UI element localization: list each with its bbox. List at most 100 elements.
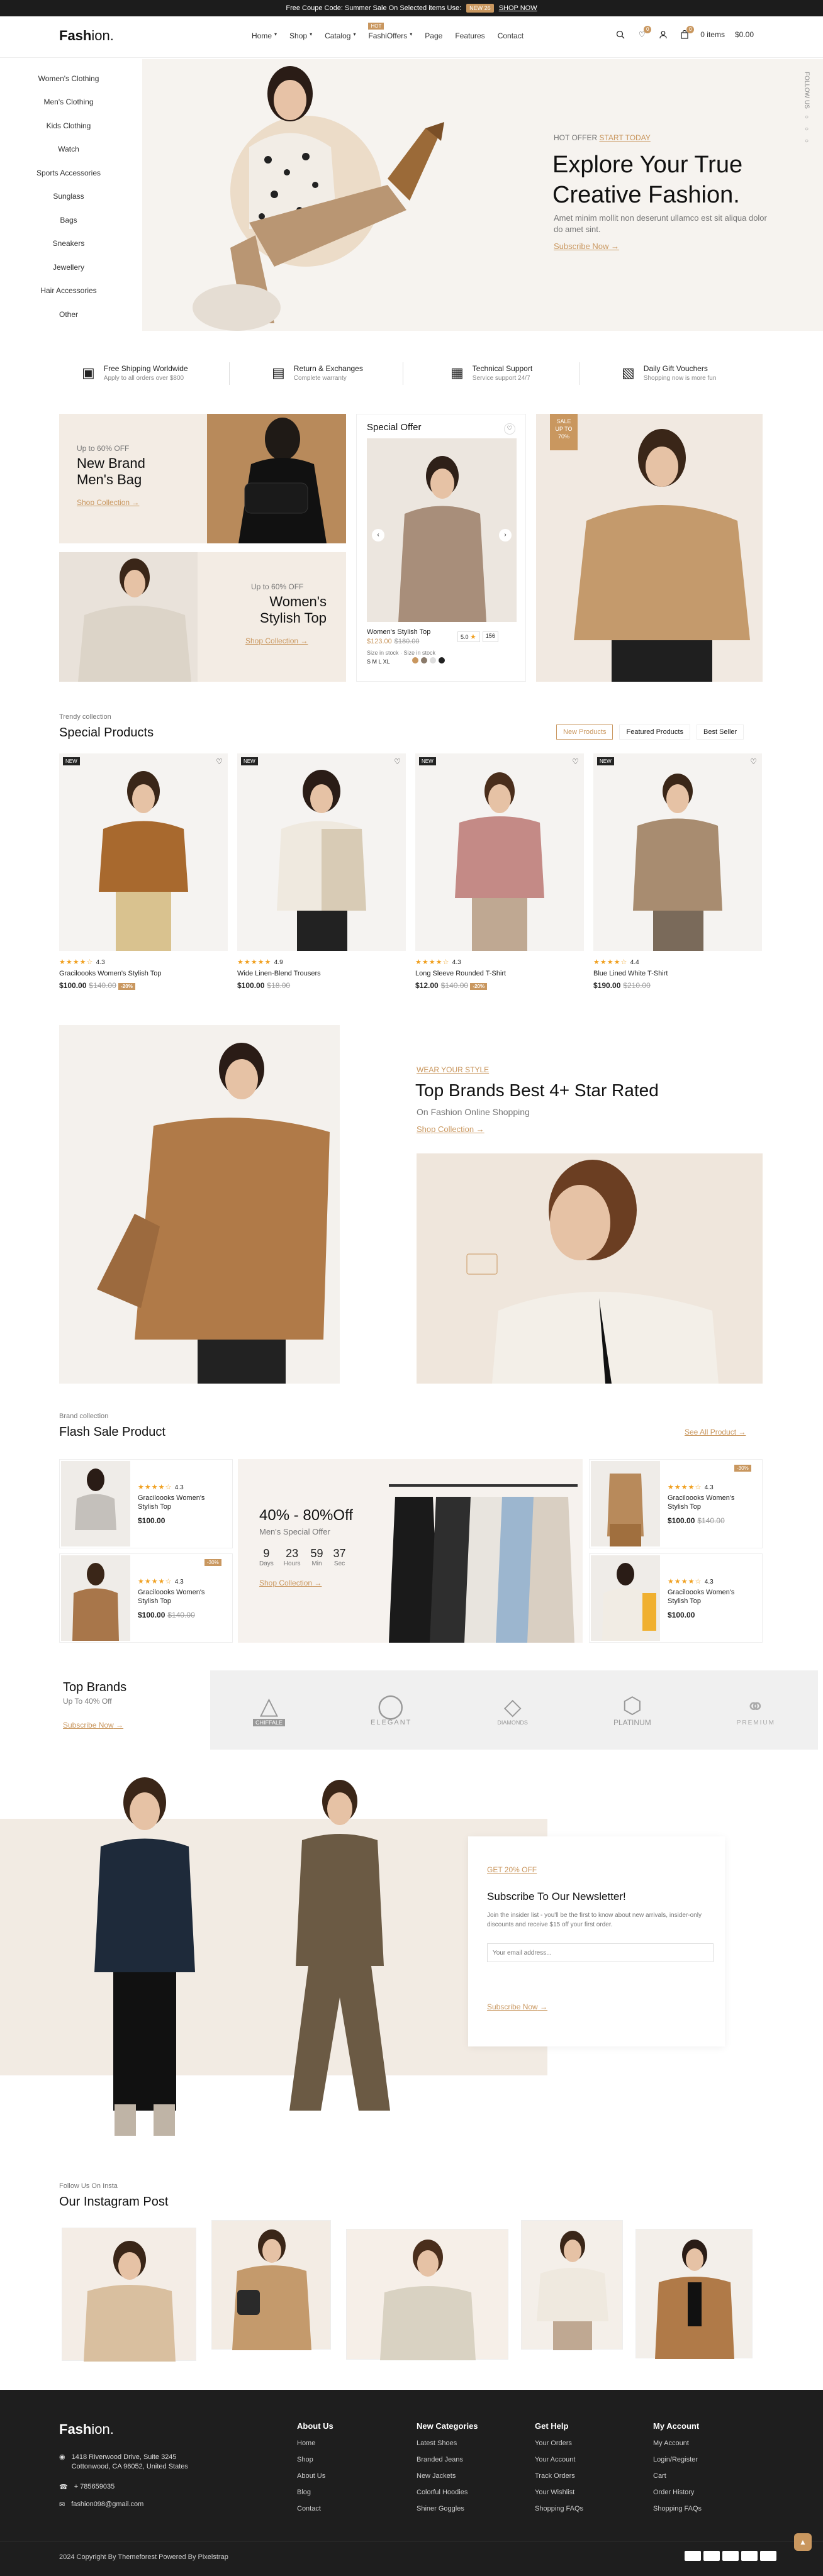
footer-link[interactable]: Track Orders <box>535 2472 583 2480</box>
category-item[interactable]: Women's Clothing <box>25 67 112 91</box>
category-item[interactable]: Men's Clothing <box>25 91 112 114</box>
category-item[interactable]: Bags <box>25 208 112 232</box>
search-icon[interactable] <box>615 29 626 40</box>
hero-eyebrow-link[interactable]: START TODAY <box>599 133 650 142</box>
instagram-post[interactable] <box>62 2228 196 2362</box>
brand-logo-elegant[interactable]: ◯ ELEGANT <box>371 1694 412 1726</box>
product-card[interactable]: NEW ♡ ★★★★☆ 4.3 Graciloooks Women's Styl… <box>59 753 228 990</box>
footer-link[interactable]: Your Orders <box>535 2440 583 2447</box>
nav-catalog[interactable]: Catalog <box>325 31 350 40</box>
nav-home[interactable]: Home <box>252 31 272 40</box>
footer-link[interactable]: Order History <box>653 2489 702 2496</box>
category-item[interactable]: Jewellery <box>25 255 112 279</box>
footer-link[interactable]: Your Account <box>535 2456 583 2463</box>
see-all-link[interactable]: See All Product → <box>685 1428 746 1436</box>
twitter-icon[interactable]: ○ <box>803 126 810 133</box>
nav-shop[interactable]: Shop <box>289 31 307 40</box>
promo-sale-banner[interactable]: SALE UP TO 70% <box>536 414 763 682</box>
wishlist-icon[interactable]: ♡ <box>216 757 223 766</box>
product-name[interactable]: Blue Lined White T-Shirt <box>593 970 762 977</box>
flash-item[interactable]: ★★★★☆ 4.3 Graciloooks Women's Stylish To… <box>59 1459 233 1548</box>
wishlist-icon[interactable]: ♡ <box>504 423 515 435</box>
wishlist-icon[interactable]: ♡ <box>572 757 579 766</box>
user-icon[interactable] <box>658 29 669 40</box>
flash-item[interactable]: -30% ★★★★☆ 4.3 Graciloooks Women's Styli… <box>59 1553 233 1643</box>
brand-logo-platinum[interactable]: ⬡ PLATINUM <box>613 1693 651 1728</box>
promo-mens-bag[interactable]: Up to 60% OFF New Brand Men's Bag Shop Co… <box>59 414 346 543</box>
footer-logo[interactable]: Fashion. <box>59 2421 114 2438</box>
tab-best-seller[interactable]: Best Seller <box>696 724 744 740</box>
facebook-icon[interactable]: ○ <box>803 138 810 145</box>
tab-featured-products[interactable]: Featured Products <box>619 724 690 740</box>
flash-item[interactable]: -30% ★★★★☆ 4.3 Graciloooks Women's Styli… <box>589 1459 763 1548</box>
cart-float-icon[interactable]: ▲ <box>794 2533 812 2551</box>
nav-features[interactable]: Features <box>455 31 484 40</box>
logo[interactable]: Fashion. <box>59 28 114 44</box>
product-name[interactable]: Wide Linen-Blend Trousers <box>237 970 406 977</box>
brand-logo-chiffale[interactable]: △ CHIFFALE <box>253 1694 286 1726</box>
footer-link[interactable]: New Jackets <box>417 2472 478 2480</box>
wishlist-icon[interactable]: ♡ <box>750 757 757 766</box>
category-item[interactable]: Sneakers <box>25 232 112 256</box>
footer-link[interactable]: Cart <box>653 2472 702 2480</box>
hero-subscribe-link[interactable]: Subscribe Now → <box>554 242 619 251</box>
wishlist-icon[interactable]: ♡ 0 <box>636 26 652 40</box>
footer-link[interactable]: Latest Shoes <box>417 2440 478 2447</box>
instagram-post[interactable] <box>521 2220 623 2350</box>
brand-logo-premium[interactable]: ⚭ PREMIUM <box>737 1694 775 1726</box>
prev-arrow-icon[interactable]: ‹ <box>372 529 384 541</box>
newsletter-subscribe-link[interactable]: Subscribe Now → <box>487 2002 547 2011</box>
instagram-icon[interactable]: ○ <box>803 114 810 121</box>
instagram-post[interactable] <box>346 2229 508 2360</box>
footer-link[interactable]: Blog <box>297 2489 333 2496</box>
brand-feature-cta[interactable]: Shop Collection → <box>417 1124 484 1134</box>
footer-link[interactable]: Shiner Goggles <box>417 2505 478 2512</box>
category-item[interactable]: Kids Clothing <box>25 114 112 138</box>
brand-logo-diamonds[interactable]: ◇ DIAMONDS <box>497 1694 528 1726</box>
footer-link[interactable]: Home <box>297 2440 333 2447</box>
nav-contact[interactable]: Contact <box>498 31 523 40</box>
footer-link[interactable]: Branded Jeans <box>417 2456 478 2463</box>
special-sizes[interactable]: S M L XL <box>367 658 390 665</box>
cart-icon[interactable]: 0 <box>679 26 695 40</box>
email-field[interactable] <box>487 1943 714 1962</box>
top-brands-cta[interactable]: Subscribe Now → <box>63 1721 123 1729</box>
next-arrow-icon[interactable]: › <box>499 529 512 541</box>
footer-link[interactable]: Shop <box>297 2456 333 2463</box>
footer-link[interactable]: Your Wishlist <box>535 2489 583 2496</box>
instagram-post[interactable] <box>211 2220 331 2350</box>
promo-mens-cta[interactable]: Shop Collection → <box>77 498 139 507</box>
nav-fashioffers[interactable]: HOT FashiOffers <box>368 23 407 40</box>
wishlist-icon[interactable]: ♡ <box>394 757 401 766</box>
special-color-swatches[interactable] <box>412 657 445 663</box>
phone-number[interactable]: + 785659035 <box>74 2483 115 2491</box>
footer-link[interactable]: Colorful Hoodies <box>417 2489 478 2496</box>
instagram-post[interactable] <box>635 2229 753 2359</box>
email-address[interactable]: fashion098@gmail.com <box>71 2501 143 2509</box>
special-offer-name[interactable]: Women's Stylish Top <box>367 628 430 636</box>
footer-link[interactable]: Contact <box>297 2505 333 2512</box>
footer-link[interactable]: My Account <box>653 2440 702 2447</box>
product-name[interactable]: Graciloooks Women's Stylish Top <box>59 970 228 977</box>
category-item[interactable]: Sunglass <box>25 185 112 209</box>
category-item[interactable]: Hair Accessories <box>25 279 112 303</box>
product-name[interactable]: Long Sleeve Rounded T-Shirt <box>415 970 584 977</box>
product-card[interactable]: NEW ♡ ★★★★★ 4.9 Wide Linen-Blend Trouser… <box>237 753 406 990</box>
category-item[interactable]: Other <box>25 303 112 326</box>
promo-womens-cta[interactable]: Shop Collection → <box>245 636 308 645</box>
tab-new-products[interactable]: New Products <box>556 724 613 740</box>
nav-page[interactable]: Page <box>425 31 442 40</box>
shop-now-link[interactable]: SHOP NOW <box>499 4 537 12</box>
product-card[interactable]: NEW ♡ ★★★★☆ 4.3 Long Sleeve Rounded T-Sh… <box>415 753 584 990</box>
product-card[interactable]: NEW ♡ ★★★★☆ 4.4 Blue Lined White T-Shirt… <box>593 753 762 990</box>
category-item[interactable]: Watch <box>25 138 112 162</box>
footer-link[interactable]: About Us <box>297 2472 333 2480</box>
flash-item[interactable]: ★★★★☆ 4.3 Graciloooks Women's Stylish To… <box>589 1553 763 1643</box>
promo-womens-top[interactable]: Up to 60% OFF Women's Stylish Top Shop Co… <box>59 552 346 682</box>
flash-cta[interactable]: Shop Collection → <box>259 1579 322 1587</box>
footer-link[interactable]: Shopping FAQs <box>653 2505 702 2512</box>
footer-link[interactable]: Shopping FAQs <box>535 2505 583 2512</box>
cart-items-text[interactable]: 0 items <box>700 30 725 39</box>
category-item[interactable]: Sports Accessories <box>25 161 112 185</box>
footer-link[interactable]: Login/Register <box>653 2456 702 2463</box>
